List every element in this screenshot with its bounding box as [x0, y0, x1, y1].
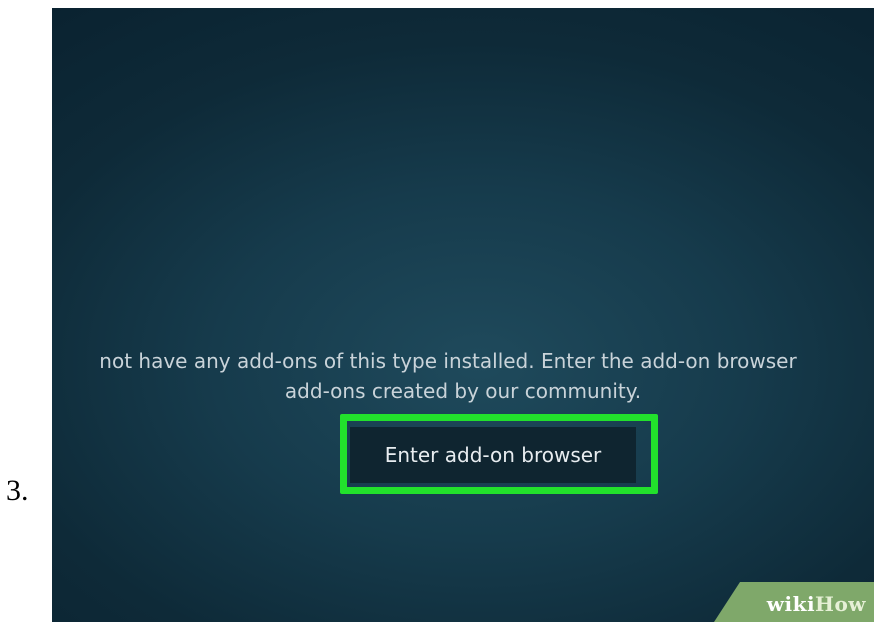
enter-addon-browser-button[interactable]: Enter add-on browser: [350, 427, 636, 483]
wikihow-watermark: wikiHow: [714, 582, 874, 622]
message-line-1: not have any add-ons of this type instal…: [99, 349, 797, 373]
message-line-2: add-ons created by our community.: [284, 379, 642, 403]
wikihow-logo-wiki: wiki: [766, 592, 816, 616]
wikihow-logo-text: wikiHow: [767, 592, 866, 616]
wikihow-logo-how: How: [815, 592, 866, 616]
wikihow-step-page: 3. not have any add-ons of this type ins…: [0, 0, 880, 622]
empty-addons-message: not have any add-ons of this type instal…: [52, 346, 874, 406]
step-number: 3.: [6, 474, 29, 507]
kodi-screen: not have any add-ons of this type instal…: [52, 8, 874, 622]
